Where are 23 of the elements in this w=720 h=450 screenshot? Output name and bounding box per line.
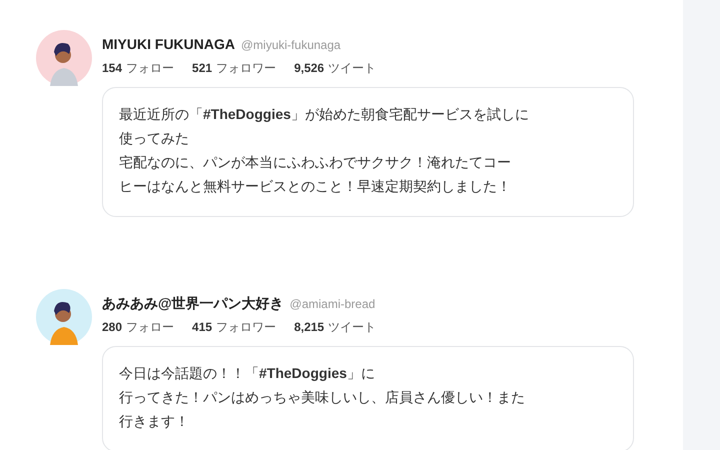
stat-label: フォロワー: [216, 319, 276, 336]
stat-count: 415: [192, 319, 212, 336]
stat-count: 9,526: [294, 60, 324, 77]
user-name: MIYUKI FUKUNAGA: [102, 35, 235, 54]
stat-count: 154: [102, 60, 122, 77]
user-handle: @amiami-bread: [290, 296, 376, 313]
stat-label: ツイート: [328, 319, 376, 336]
stat-count: 280: [102, 319, 122, 336]
post-text: 行ってきた！パンはめっちゃ美味しいし、店員さん優しい！また: [119, 388, 526, 407]
stat-count: 521: [192, 60, 212, 77]
stat-label: フォロー: [126, 60, 174, 77]
stat-label: ツイート: [328, 60, 376, 77]
stat-count: 8,215: [294, 319, 324, 336]
post-text: 使ってみた: [119, 129, 190, 148]
user-name: あみあみ@世界一パン大好き: [102, 294, 284, 313]
user-handle: @miyuki-fukunaga: [241, 37, 341, 54]
post-text: 行きます！: [119, 412, 190, 431]
post-text: 今日は今話題の！！「#TheDoggies」に: [119, 364, 376, 383]
stat-label: フォロワー: [216, 60, 276, 77]
post-text: 宅配なのに、パンが本当にふわふわでサクサク！淹れたてコー: [119, 153, 512, 172]
stat-label: フォロー: [126, 319, 174, 336]
post-text: 最近近所の「#TheDoggies」が始めた朝食宅配サービスを試しに: [119, 105, 530, 124]
post-text: ヒーはなんと無料サービスとのこと！早速定期契約しました！: [119, 177, 512, 196]
